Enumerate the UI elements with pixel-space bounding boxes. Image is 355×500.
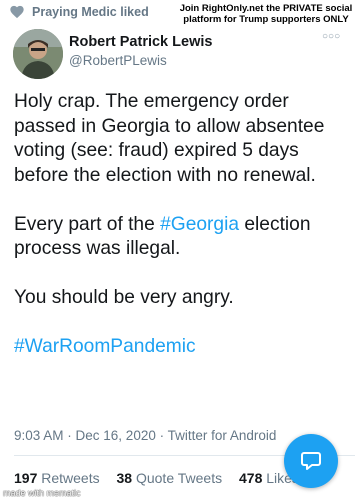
heart-icon bbox=[10, 5, 24, 19]
watermark: made with mematic bbox=[3, 488, 81, 498]
promo-banner: Join RightOnly.net the PRIVATE social pl… bbox=[176, 3, 355, 25]
tweet-paragraph-2-start: Every part of the bbox=[14, 213, 161, 235]
retweets-count: 197 bbox=[14, 470, 38, 486]
author-handle[interactable]: @RobertPLewis bbox=[69, 53, 167, 68]
meta-separator-2: · bbox=[155, 428, 168, 443]
tweet-meta: 9:03 AM · Dec 16, 2020 · Twitter for And… bbox=[14, 428, 276, 443]
hashtag-georgia[interactable]: #Georgia bbox=[160, 214, 239, 235]
liked-by-text[interactable]: Praying Medic liked bbox=[32, 5, 149, 19]
tweet-paragraph-1: Holy crap. The emergency order passed in… bbox=[14, 91, 325, 186]
tweet-source[interactable]: Twitter for Android bbox=[168, 428, 277, 443]
promo-line-2: platform for Trump supporters ONLY bbox=[183, 14, 349, 25]
retweets-stat[interactable]: 197 Retweets bbox=[14, 470, 100, 486]
tweet-text: Holy crap. The emergency order passed in… bbox=[14, 90, 350, 384]
avatar-image bbox=[13, 29, 63, 79]
tweet-date: Dec 16, 2020 bbox=[75, 428, 156, 443]
likes-count: 478 bbox=[239, 470, 263, 486]
compose-tweet-button[interactable] bbox=[284, 434, 338, 488]
quote-tweets-stat[interactable]: 38 Quote Tweets bbox=[117, 470, 223, 486]
meta-separator-1: · bbox=[63, 428, 76, 443]
avatar[interactable] bbox=[13, 29, 63, 79]
tweet-paragraph-2: Every part of the #Georgia election proc… bbox=[14, 213, 350, 262]
retweets-label: Retweets bbox=[41, 470, 100, 486]
quote-tweets-count: 38 bbox=[116, 470, 133, 486]
hashtag-warroompandemic[interactable]: #WarRoomPandemic bbox=[14, 335, 350, 360]
promo-line-1: Join RightOnly.net the PRIVATE social bbox=[179, 3, 353, 14]
tweet-paragraph-3: You should be very angry. bbox=[14, 287, 234, 308]
author-name[interactable]: Robert Patrick Lewis bbox=[69, 34, 212, 50]
more-options-icon[interactable]: ○○○ bbox=[322, 31, 340, 42]
compose-tweet-icon bbox=[301, 452, 321, 470]
tweet-stats: 197 Retweets 38 Quote Tweets 478 Likes bbox=[14, 470, 312, 486]
quote-tweets-label: Quote Tweets bbox=[135, 470, 223, 486]
tweet-time: 9:03 AM bbox=[14, 428, 64, 443]
